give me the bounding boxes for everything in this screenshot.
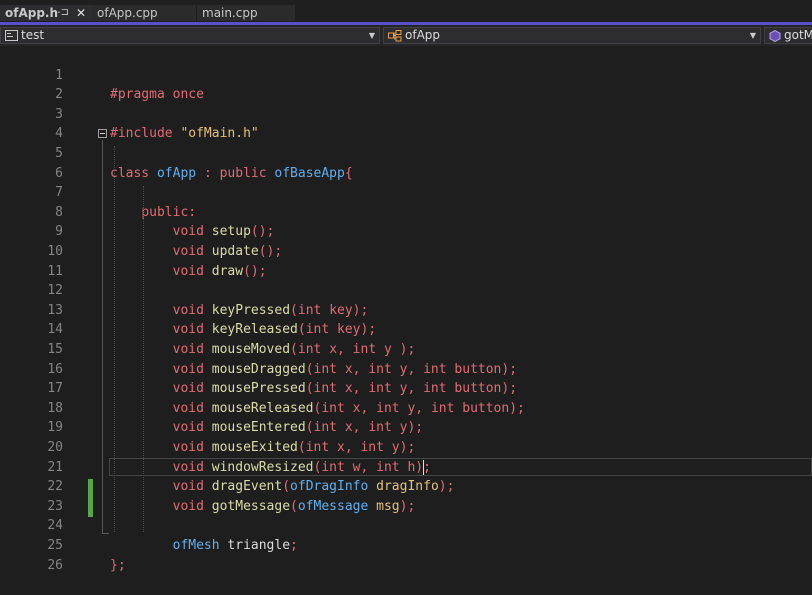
code-line-26: 26 xyxy=(0,536,812,573)
code-line-16: 16 void mousePressed(int x, int y, int b… xyxy=(0,340,812,397)
indent-guide xyxy=(143,186,144,532)
fold-region-end xyxy=(102,533,109,534)
code-line-13: 13 void keyReleased(int key); xyxy=(0,281,812,338)
collapse-icon[interactable] xyxy=(98,129,107,138)
chevron-down-icon[interactable]: ▼ xyxy=(369,28,375,43)
code-line-11: 11 xyxy=(0,242,812,279)
tab-ofapp-cpp[interactable]: ofApp.cpp xyxy=(92,5,196,21)
class-icon xyxy=(388,30,402,43)
code-line-24: 24 ofMesh triangle; xyxy=(0,497,812,553)
scope-dropdown[interactable]: ofApp ▼ xyxy=(383,27,761,44)
code-line-15: 15 void mouseDragged(int x, int y, int b… xyxy=(0,320,812,377)
tab-ofapp-h[interactable]: ofApp.h -⊐ ✕ xyxy=(0,5,92,21)
tab-label: ofApp.h xyxy=(5,6,59,20)
chevron-down-icon[interactable]: ▼ xyxy=(750,28,756,43)
code-line-7: 7 public: xyxy=(0,164,812,220)
code-line-19: 19 void mouseExited(int x, int y); xyxy=(0,399,812,455)
code-line-9: 9 void update(); xyxy=(0,203,812,259)
code-line-25: 25 }; xyxy=(0,516,812,573)
fold-region-line xyxy=(102,140,103,534)
code-line-17: 17 void mouseReleased(int x, int y, int … xyxy=(0,360,812,416)
code-line-20: 20 void windowResized(int w, int h); xyxy=(0,418,812,475)
document-tab-strip: ofApp.h -⊐ ✕ ofApp.cpp main.cpp xyxy=(0,0,812,24)
member-dropdown[interactable]: gotM xyxy=(764,27,812,44)
code-line-10: 10 void draw(); xyxy=(0,222,812,279)
tab-label: main.cpp xyxy=(202,6,258,20)
pin-icon[interactable]: -⊐ xyxy=(57,5,69,21)
code-line-1: 1 #pragma once xyxy=(0,46,812,103)
indent-guide xyxy=(114,146,115,532)
code-line-3: 3 #include "ofMain.h" xyxy=(0,85,812,142)
code-line-5: 5 class ofApp : public ofBaseApp{ xyxy=(0,124,812,181)
code-line-4: 4 xyxy=(0,105,812,141)
text-caret xyxy=(423,460,424,475)
code-line-8: 8 void setup(); xyxy=(0,183,812,240)
line-number: 26 xyxy=(47,557,63,573)
code-line-21: 21 void dragEvent(ofDragInfo dragInfo); xyxy=(0,438,812,495)
tab-main-cpp[interactable]: main.cpp xyxy=(197,5,295,21)
code-line-6: 6 xyxy=(0,144,812,181)
code-line-12: 12 void keyPressed(int key); xyxy=(0,262,812,318)
code-line-14: 14 void mouseMoved(int x, int y ); xyxy=(0,301,812,357)
code-line-18: 18 void mouseEntered(int x, int y); xyxy=(0,379,812,436)
navigation-bar: test ▼ ofApp ▼ gotM xyxy=(0,25,812,47)
code-line-22: 22 void gotMessage(ofMessage msg); xyxy=(0,458,812,514)
close-icon[interactable]: ✕ xyxy=(76,5,86,21)
project-icon xyxy=(5,30,18,43)
project-label: test xyxy=(21,28,45,42)
code-line-2: 2 xyxy=(0,66,812,102)
code-line-23: 23 xyxy=(0,477,812,514)
project-dropdown[interactable]: test ▼ xyxy=(0,27,380,44)
scope-label: ofApp xyxy=(405,28,441,42)
member-label: gotM xyxy=(784,28,812,42)
change-tracking-bar xyxy=(88,479,93,517)
code-editor[interactable]: 1 #pragma once 2 3 #include "ofMain.h" 4… xyxy=(0,46,812,573)
tab-label: ofApp.cpp xyxy=(97,6,158,20)
method-icon xyxy=(769,29,781,43)
